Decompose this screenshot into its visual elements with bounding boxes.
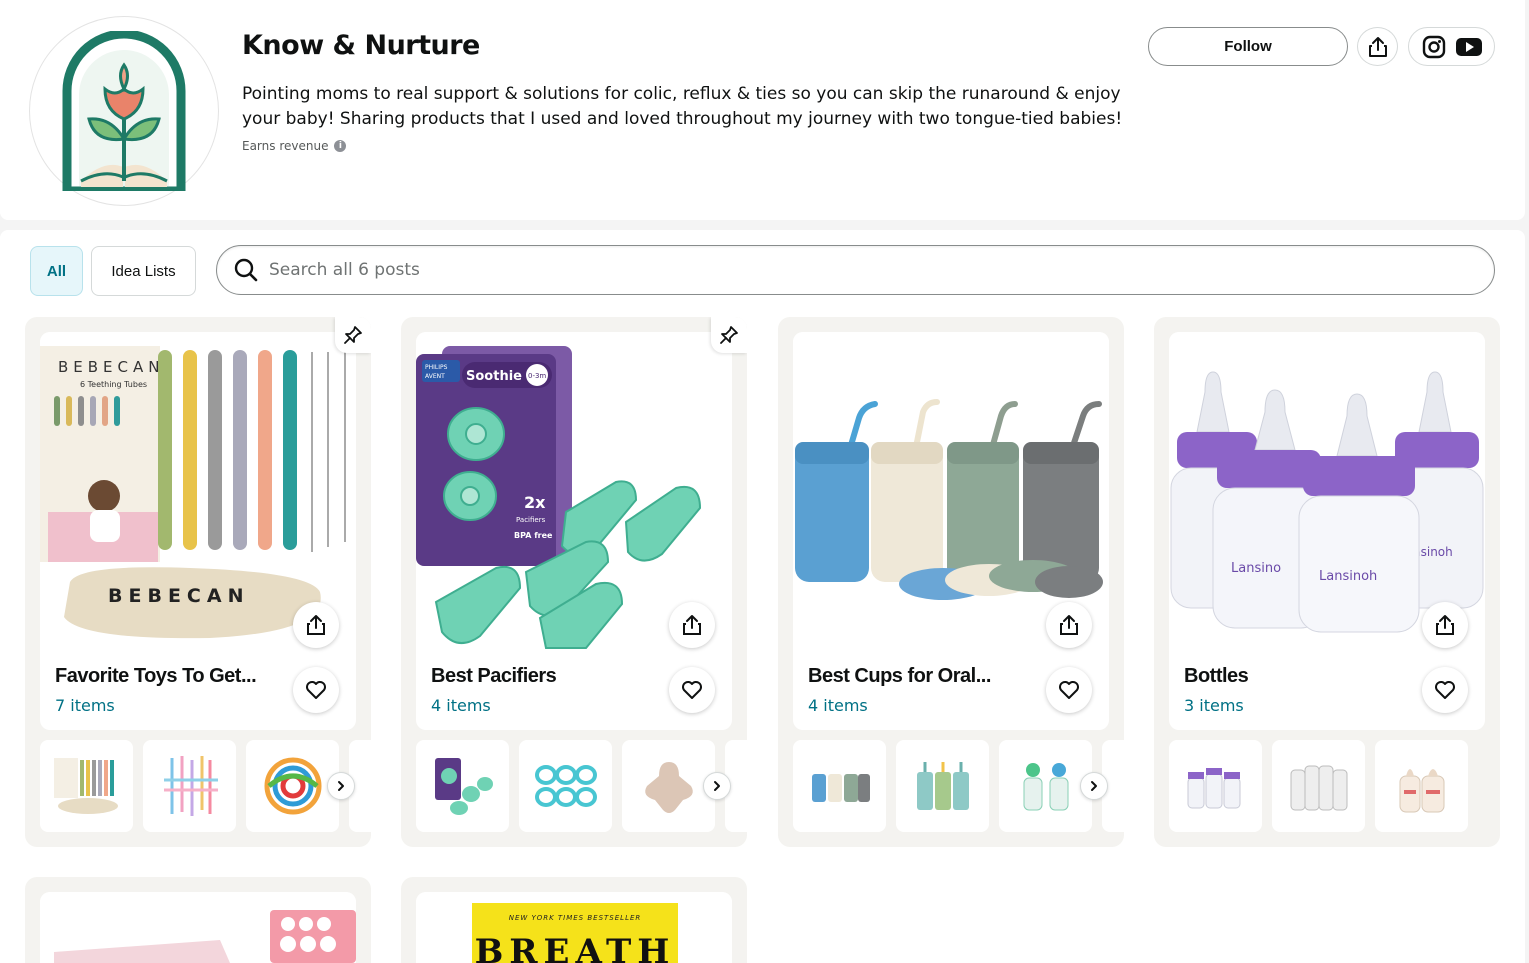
profile-header: Know & Nurture Pointing moms to real sup… <box>0 0 1525 220</box>
store-name: Know & Nurture <box>242 30 480 61</box>
book-badge: NEW YORK TIMES BESTSELLER <box>508 914 642 922</box>
youtube-icon[interactable] <box>1455 37 1482 57</box>
heart-icon <box>682 681 702 699</box>
list-thumbnails <box>416 740 747 832</box>
like-list-button[interactable] <box>669 667 715 713</box>
social-links <box>1408 27 1495 66</box>
svg-text:Pacifiers: Pacifiers <box>516 516 546 524</box>
list-cover[interactable]: PHILIPS AVENT Soothie 0-3m 2x Pacifiers … <box>416 332 732 730</box>
product-thumbnail[interactable] <box>896 740 989 832</box>
share-icon <box>1436 615 1454 635</box>
svg-text:BEBECAN: BEBECAN <box>108 585 249 607</box>
list-cover[interactable]: nsinoh Lansino Lansinoh Bottles 3 items <box>1169 332 1485 730</box>
list-cover[interactable]: NEW YORK TIMES BESTSELLER BREATH <box>416 892 732 963</box>
product-thumbnail[interactable] <box>622 740 715 832</box>
share-list-button[interactable] <box>293 602 339 648</box>
follow-button[interactable]: Follow <box>1148 27 1348 66</box>
instagram-icon[interactable] <box>1422 35 1446 59</box>
product-thumbnail[interactable] <box>519 740 612 832</box>
list-title[interactable]: Bottles <box>1184 665 1409 688</box>
share-icon <box>1060 615 1078 635</box>
product-thumbnail[interactable] <box>1272 740 1365 832</box>
svg-text:Lansinoh: Lansinoh <box>1319 569 1377 584</box>
svg-text:BEBECAN: BEBECAN <box>58 358 165 376</box>
like-list-button[interactable] <box>1046 667 1092 713</box>
pin-icon <box>335 317 371 353</box>
product-thumbnail[interactable] <box>1169 740 1262 832</box>
filter-all-chip[interactable]: All <box>30 246 83 296</box>
idea-list-card[interactable]: BEBECAN 6 Teething Tubes BEBECAN Favorit… <box>25 317 371 847</box>
product-thumbnail[interactable] <box>999 740 1092 832</box>
heart-icon <box>306 681 326 699</box>
earns-revenue-note: Earns revenue i <box>242 139 347 153</box>
filter-idea-lists-chip[interactable]: Idea Lists <box>91 246 196 296</box>
idea-list-card[interactable]: nsinoh Lansino Lansinoh Bottles 3 items <box>1154 317 1500 847</box>
list-item-count: 3 items <box>1184 696 1244 715</box>
book-title: BREATH <box>474 932 676 963</box>
svg-text:6 Teething Tubes: 6 Teething Tubes <box>80 380 147 389</box>
flower-logo-icon <box>62 31 186 191</box>
list-cover-image <box>40 892 356 963</box>
share-icon <box>307 615 325 635</box>
like-list-button[interactable] <box>1422 667 1468 713</box>
like-list-button[interactable] <box>293 667 339 713</box>
chevron-right-icon <box>1091 781 1097 791</box>
svg-text:2x: 2x <box>524 493 546 512</box>
list-cover[interactable]: Best Cups for Oral... 4 items <box>793 332 1109 730</box>
list-thumbnails <box>793 740 1124 832</box>
product-thumbnail[interactable] <box>1375 740 1468 832</box>
idea-list-card[interactable]: PHILIPS AVENT Soothie 0-3m 2x Pacifiers … <box>401 317 747 847</box>
product-thumbnail[interactable] <box>143 740 236 832</box>
chevron-right-icon <box>338 781 344 791</box>
share-icon <box>1368 36 1387 57</box>
svg-text:AVENT: AVENT <box>425 373 445 380</box>
svg-text:Soothie: Soothie <box>466 369 522 384</box>
list-cover[interactable]: BEBECAN 6 Teething Tubes BEBECAN Favorit… <box>40 332 356 730</box>
svg-text:Lansino: Lansino <box>1231 561 1281 576</box>
product-thumbnail[interactable] <box>40 740 133 832</box>
pin-icon <box>711 317 747 353</box>
chevron-right-icon <box>714 781 720 791</box>
idea-list-card[interactable] <box>25 877 371 963</box>
search-icon <box>234 258 258 282</box>
share-list-button[interactable] <box>669 602 715 648</box>
info-icon[interactable]: i <box>334 140 347 152</box>
heart-icon <box>1435 681 1455 699</box>
list-thumbnails <box>1169 740 1500 832</box>
list-title[interactable]: Favorite Toys To Get... <box>55 665 280 688</box>
list-title[interactable]: Best Cups for Oral... <box>808 665 1033 688</box>
share-list-button[interactable] <box>1422 602 1468 648</box>
share-icon <box>683 615 701 635</box>
list-item-count: 4 items <box>808 696 868 715</box>
product-thumbnail[interactable] <box>416 740 509 832</box>
thumbnails-next-button[interactable] <box>703 772 731 800</box>
store-logo <box>29 16 219 206</box>
list-title[interactable]: Best Pacifiers <box>431 665 656 688</box>
store-bio: Pointing moms to real support & solution… <box>242 84 1123 129</box>
product-thumbnail[interactable] <box>246 740 339 832</box>
heart-icon <box>1059 681 1079 699</box>
list-cover[interactable] <box>40 892 356 963</box>
product-thumbnail[interactable] <box>793 740 886 832</box>
share-list-button[interactable] <box>1046 602 1092 648</box>
search-input[interactable] <box>269 260 1469 280</box>
thumbnails-next-button[interactable] <box>327 772 355 800</box>
svg-text:0-3m: 0-3m <box>528 372 546 380</box>
thumbnails-next-button[interactable] <box>1080 772 1108 800</box>
svg-text:BPA free: BPA free <box>514 531 553 540</box>
list-item-count: 4 items <box>431 696 491 715</box>
list-item-count: 7 items <box>55 696 115 715</box>
earns-revenue-label: Earns revenue <box>242 139 329 153</box>
idea-list-card[interactable]: Best Cups for Oral... 4 items <box>778 317 1124 847</box>
search-bar[interactable] <box>216 245 1495 295</box>
list-thumbnails <box>40 740 371 832</box>
svg-text:PHILIPS: PHILIPS <box>425 364 448 371</box>
idea-list-card[interactable]: NEW YORK TIMES BESTSELLER BREATH <box>401 877 747 963</box>
share-profile-button[interactable] <box>1357 27 1398 66</box>
